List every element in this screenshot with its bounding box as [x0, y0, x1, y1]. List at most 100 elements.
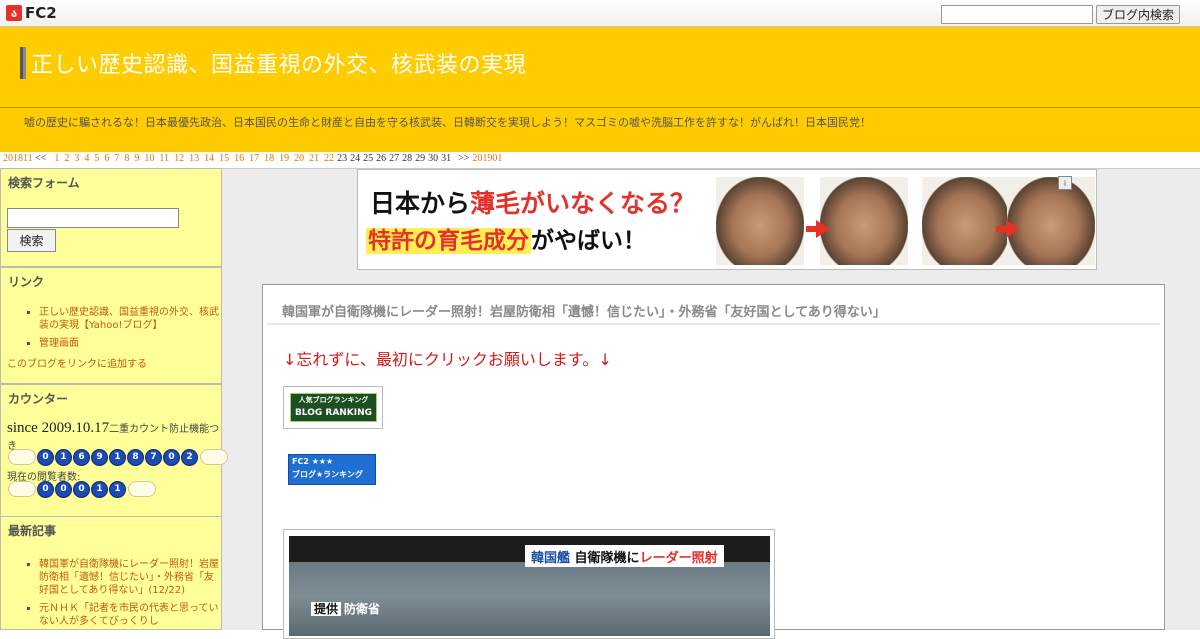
calendar-next-month-link[interactable]: 201901	[472, 153, 502, 164]
blog-search-input[interactable]	[941, 5, 1093, 24]
sidebar-search-block: 検索フォーム 検索	[0, 168, 222, 267]
calendar-day: 26	[376, 153, 387, 164]
calendar-day-link[interactable]: 22	[324, 153, 334, 164]
counter-digit: 0	[37, 448, 54, 466]
links-item[interactable]: 正しい歴史認識、国益重視の外交、核武装の実現【Yahoo!ブログ】	[39, 306, 221, 332]
fc2-ranking-banner[interactable]: FC2 ★★★ ブログ★ランキング	[288, 454, 376, 485]
blog-ranking-banner[interactable]: 人気ブログランキング BLOG RANKING	[283, 386, 383, 429]
calendar-day-link[interactable]: 17	[249, 153, 259, 164]
recent-article-item[interactable]: 元ＮＨＫ「記者を市民の代表と思っていない人が多くてびっくりし	[39, 602, 221, 628]
calendar-days: 1 2 3 4 5 6 7 8 9 10 11 12 13 14 15 16 17 18 19 20 21 22 23 24 2…	[49, 153, 455, 164]
sidebar-search-title: 検索フォーム	[8, 176, 80, 190]
arrow-icon	[816, 220, 830, 238]
links-item[interactable]: 管理画面	[39, 337, 221, 350]
ad-subline-suffix: がやばい！	[531, 228, 646, 254]
calendar-day-link[interactable]: 1	[54, 153, 59, 164]
sidebar-search-button[interactable]: 検索	[7, 229, 56, 252]
calendar-prev-month-link[interactable]: 201811	[3, 153, 33, 164]
calendar-day-link[interactable]: 10	[144, 153, 154, 164]
calendar-day: 29	[415, 153, 426, 164]
ad-photo	[820, 177, 908, 265]
sidebar-counter-block: カウンター since 2009.10.17二重カウント防止機能つき 01691…	[0, 384, 228, 517]
counter-digit: 0	[37, 480, 54, 498]
sidebar-links-title: リンク	[8, 275, 45, 289]
calendar-day: 23	[337, 153, 348, 164]
calendar-day-link[interactable]: 18	[264, 153, 274, 164]
calendar-day-link[interactable]: 12	[174, 153, 184, 164]
calendar-day-link[interactable]: 4	[84, 153, 89, 164]
calendar-day-link[interactable]: 6	[104, 153, 109, 164]
entry-lead-text: ↓忘れずに、最初にクリックお願いします。↓	[283, 350, 612, 369]
calendar-day-link[interactable]: 14	[204, 153, 214, 164]
news-caption: 韓国艦 自衛隊機にレーダー照射	[525, 545, 724, 567]
total-counter: 016918702	[7, 448, 229, 466]
news-photo: 韓国艦 自衛隊機にレーダー照射 提供 防衛省	[289, 536, 770, 636]
calendar-day-link[interactable]: 8	[124, 153, 129, 164]
entry-title[interactable]: 韓国軍が自衛隊機にレーダー照射！岩屋防衛相「遺憾！信じたい」・外務省「友好国とし…	[282, 301, 886, 320]
blog-ranking-top: 人気ブログランキング	[298, 396, 369, 404]
add-link-link[interactable]: このブログをリンクに追加する	[1, 355, 221, 370]
ad-subline-highlight: 特許の育毛成分	[366, 228, 531, 254]
ad-headline: 日本から薄毛がいなくなる？	[370, 184, 695, 220]
calendar-day-link[interactable]: 21	[309, 153, 319, 164]
counter-digit: 1	[109, 480, 126, 498]
ad-headline-prefix: 日本から	[370, 189, 471, 218]
links-list: 正しい歴史認識、国益重視の外交、核武装の実現【Yahoo!ブログ】 管理画面	[1, 306, 221, 350]
news-credit: 提供 防衛省	[311, 600, 380, 617]
counter-cap-icon	[8, 449, 36, 465]
recent-article-item[interactable]: 韓国軍が自衛隊機にレーダー照射！岩屋防衛相「遺憾！信じたい」・外務省「友好国とし…	[39, 558, 221, 597]
entry-title-divider	[267, 323, 1160, 325]
calendar-day-link[interactable]: 3	[74, 153, 79, 164]
counter-cap-icon	[200, 449, 228, 465]
calendar-day-link[interactable]: 5	[94, 153, 99, 164]
sidebar: 検索フォーム 検索 リンク 正しい歴史認識、国益重視の外交、核武装の実現【Yah…	[0, 168, 228, 630]
blog-search-button[interactable]: ブログ内検索	[1096, 5, 1180, 24]
fc2-logo-icon: ა	[6, 5, 22, 21]
counter-digit: 9	[91, 448, 108, 466]
counter-digit: 0	[163, 448, 180, 466]
calendar-day-link[interactable]: 11	[159, 153, 169, 164]
counter-digit: 0	[55, 480, 72, 498]
recent-articles-list: 韓国軍が自衛隊機にレーダー照射！岩屋防衛相「遺憾！信じたい」・外務省「友好国とし…	[1, 558, 221, 628]
calendar-day-link[interactable]: 9	[134, 153, 139, 164]
calendar-day-link[interactable]: 13	[189, 153, 199, 164]
sidebar-counter-title: カウンター	[8, 392, 69, 406]
calendar-day-link[interactable]: 15	[219, 153, 229, 164]
calendar-day: 27	[389, 153, 400, 164]
calendar-day: 25	[363, 153, 374, 164]
blog-header: 正しい歴史認識、国益重視の外交、核武装の実現 嘘の歴史に騙されるな！日本最優先政…	[0, 27, 1200, 152]
calendar-day-link[interactable]: 7	[114, 153, 119, 164]
sidebar-recent-block: 最新記事 韓国軍が自衛隊機にレーダー照射！岩屋防衛相「遺憾！信じたい」・外務省「…	[0, 516, 222, 630]
fc2-ranking-top: FC2 ★★★	[292, 457, 334, 466]
counter-digit: 6	[73, 448, 90, 466]
calendar-next-arrow[interactable]: >>	[458, 153, 469, 164]
calendar-prev-arrow[interactable]: <<	[35, 153, 46, 164]
fc2-logo[interactable]: ა FC2	[6, 4, 57, 22]
sidebar-links-block: リンク 正しい歴史認識、国益重視の外交、核武装の実現【Yahoo!ブログ】 管理…	[0, 267, 222, 384]
counter-cap-icon	[128, 481, 156, 497]
arrow-icon	[1006, 220, 1020, 238]
calendar-day: 28	[402, 153, 413, 164]
blog-ranking-banner-image: 人気ブログランキング BLOG RANKING	[290, 393, 377, 422]
ad-banner[interactable]: 日本から薄毛がいなくなる？ 特許の育毛成分がやばい！ i	[357, 169, 1097, 270]
counter-digit: 2	[181, 448, 198, 466]
counter-since-text: since 2009.10.17	[7, 420, 110, 436]
news-caption-mid: 自衛隊機に	[574, 551, 640, 566]
calendar-day-link[interactable]: 16	[234, 153, 244, 164]
calendar-day-link[interactable]: 2	[64, 153, 69, 164]
counter-digit: 1	[91, 480, 108, 498]
counter-digit: 1	[55, 448, 72, 466]
ad-headline-red: 薄毛がいなくなる？	[470, 189, 696, 218]
sidebar-search-input[interactable]	[7, 208, 179, 228]
counter-cap-icon	[8, 481, 36, 497]
calendar-day-link[interactable]: 20	[294, 153, 304, 164]
fc2-logo-text: FC2	[25, 4, 57, 22]
news-caption-blue: 韓国艦	[531, 551, 571, 566]
blog-entry: 韓国軍が自衛隊機にレーダー照射！岩屋防衛相「遺憾！信じたい」・外務省「友好国とし…	[262, 284, 1165, 639]
calendar-day-link[interactable]: 19	[279, 153, 289, 164]
blog-ranking-bottom: BLOG RANKING	[294, 408, 373, 418]
fc2-toolbar: ა FC2 ブログ内検索	[0, 0, 1200, 27]
ad-info-icon[interactable]: i	[1058, 176, 1072, 190]
blog-title[interactable]: 正しい歴史認識、国益重視の外交、核武装の実現	[31, 47, 526, 79]
calendar-day: 24	[350, 153, 361, 164]
